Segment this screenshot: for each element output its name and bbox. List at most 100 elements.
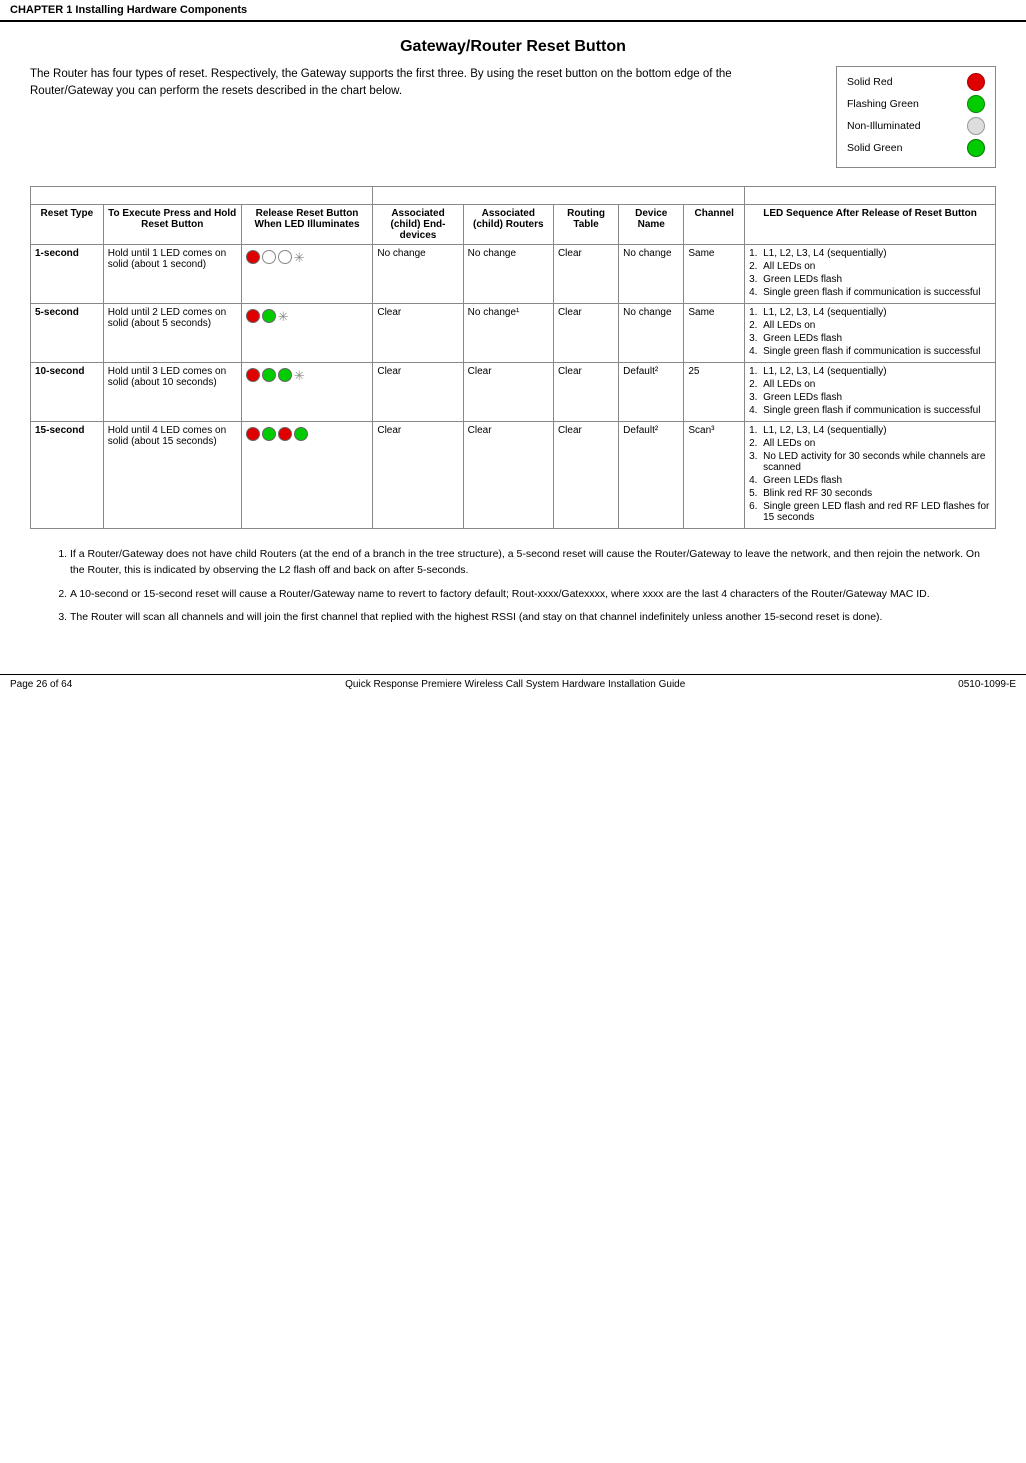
led-seq-item: 2. All LEDs on (749, 379, 991, 390)
col-release: Release Reset Button When LED Illuminate… (241, 205, 373, 245)
cell-reset-type: 10-second (31, 363, 104, 422)
led-seq-item: 2. All LEDs on (749, 438, 991, 449)
cell-assoc-child-routers: No change¹ (463, 304, 553, 363)
cell-reset-type: 5-second (31, 304, 104, 363)
led-seq-item: 5. Blink red RF 30 seconds (749, 488, 991, 499)
cell-assoc-child-end: Clear (373, 422, 463, 529)
cell-assoc-child-routers: Clear (463, 422, 553, 529)
col-assoc-routers: Associated (child) Routers (463, 205, 553, 245)
table-row: 10-secondHold until 3 LED comes on solid… (31, 363, 996, 422)
cell-led-pattern: ✳ (241, 304, 373, 363)
page-header: CHAPTER 1 Installing Hardware Components (0, 0, 1026, 22)
col-led-seq: LED Sequence After Release of Reset Butt… (745, 205, 996, 245)
cell-channel: 25 (684, 363, 745, 422)
intro-text: The Router has four types of reset. Resp… (30, 66, 816, 101)
led-seq-item: 1. L1, L2, L3, L4 (sequentially) (749, 248, 991, 259)
led-legend: Solid Red Flashing Green Non-Illuminated… (836, 66, 996, 168)
led-seq-item: 3. No LED activity for 30 seconds while … (749, 451, 991, 473)
footer-doc-number: 0510-1099-E (958, 679, 1016, 690)
led-seq-item: 2. All LEDs on (749, 320, 991, 331)
col-assoc-end: Associated (child) End-devices (373, 205, 463, 245)
cell-device-name: No change (619, 304, 684, 363)
footer-center: Quick Response Premiere Wireless Call Sy… (345, 679, 685, 690)
cell-channel: Same (684, 304, 745, 363)
led-seq-item: 4. Green LEDs flash (749, 475, 991, 486)
cell-led-seq: 1. L1, L2, L3, L4 (sequentially) 2. All L… (745, 245, 996, 304)
star-icon: ✳ (278, 310, 289, 323)
cell-execute: Hold until 2 LED comes on solid (about 5… (103, 304, 241, 363)
legend-solid-green: Solid Green (847, 139, 985, 157)
section-title: Gateway/Router Reset Button (30, 38, 996, 56)
cell-routing-table: Clear (553, 245, 618, 304)
cell-led-pattern: ✳ (241, 245, 373, 304)
legend-solid-green-dot (967, 139, 985, 157)
action-header: Action Upon Release of Reset Button (373, 187, 745, 205)
cell-assoc-child-routers: No change (463, 245, 553, 304)
cell-led-seq: 1. L1, L2, L3, L4 (sequentially)2. All L… (745, 363, 996, 422)
cell-reset-type: 15-second (31, 422, 104, 529)
cell-device-name: Default² (619, 363, 684, 422)
red-led-icon (246, 368, 260, 382)
green-led-icon (262, 368, 276, 382)
star-icon: ✳ (294, 251, 305, 264)
led-seq-item: 3. Green LEDs flash (749, 333, 991, 344)
cell-routing-table: Clear (553, 363, 618, 422)
empty-led-icon (262, 250, 276, 264)
col-routing: Routing Table (553, 205, 618, 245)
cell-execute: Hold until 1 LED comes on solid (about 1… (103, 245, 241, 304)
cell-execute: Hold until 4 LED comes on solid (about 1… (103, 422, 241, 529)
cell-channel: Scan³ (684, 422, 745, 529)
col-execute: To Execute Press and Hold Reset Button (103, 205, 241, 245)
led-seq-item: 4. Single green flash if communication i… (749, 287, 991, 298)
intro-area: The Router has four types of reset. Resp… (30, 66, 996, 168)
red-led-icon (246, 250, 260, 264)
green-led-icon (262, 309, 276, 323)
cell-channel: Same (684, 245, 745, 304)
green-led-icon (294, 427, 308, 441)
legend-non-illuminated-label: Non-Illuminated (847, 120, 961, 132)
legend-solid-red: Solid Red (847, 73, 985, 91)
cell-execute: Hold until 3 LED comes on solid (about 1… (103, 363, 241, 422)
led-seq-item: 3. Green LEDs flash (749, 274, 991, 285)
footnote-item: The Router will scan all channels and wi… (70, 610, 996, 626)
footer-page: Page 26 of 64 (10, 679, 72, 690)
led-seq-item: 1. L1, L2, L3, L4 (sequentially) (749, 307, 991, 318)
green-led-icon (262, 427, 276, 441)
col-channel: Channel (684, 205, 745, 245)
led-seq-item: 3. Green LEDs flash (749, 392, 991, 403)
table-row: 1-secondHold until 1 LED comes on solid … (31, 245, 996, 304)
page-content: Gateway/Router Reset Button The Router h… (0, 22, 1026, 664)
col-device-name: Device Name (619, 205, 684, 245)
cell-assoc-child-end: Clear (373, 304, 463, 363)
cell-assoc-child-end: No change (373, 245, 463, 304)
cell-led-seq: 1. L1, L2, L3, L4 (sequentially) 2. All L… (745, 422, 996, 529)
col-reset-type: Reset Type (31, 205, 104, 245)
cell-routing-table: Clear (553, 422, 618, 529)
reset-table: Action Upon Release of Reset Button Rese… (30, 186, 996, 529)
table-row: 15-secondHold until 4 LED comes on solid… (31, 422, 996, 529)
red-led-icon (278, 427, 292, 441)
led-seq-item: 6. Single green LED flash and red RF LED… (749, 501, 991, 523)
footnote-item: A 10-second or 15-second reset will caus… (70, 587, 996, 603)
legend-solid-red-dot (967, 73, 985, 91)
footnotes: If a Router/Gateway does not have child … (30, 547, 996, 626)
empty-led-icon (278, 250, 292, 264)
cell-assoc-child-end: Clear (373, 363, 463, 422)
green-led-icon (278, 368, 292, 382)
cell-assoc-child-routers: Clear (463, 363, 553, 422)
cell-reset-type: 1-second (31, 245, 104, 304)
legend-non-illuminated-dot (967, 117, 985, 135)
legend-flashing-green: Flashing Green (847, 95, 985, 113)
led-seq-item: 1. L1, L2, L3, L4 (sequentially) (749, 425, 991, 436)
cell-led-seq: 1. L1, L2, L3, L4 (sequentially) 2. All L… (745, 304, 996, 363)
page-footer: Page 26 of 64 Quick Response Premiere Wi… (0, 674, 1026, 694)
legend-flashing-green-dot (967, 95, 985, 113)
cell-led-pattern: ✳ (241, 363, 373, 422)
cell-device-name: No change (619, 245, 684, 304)
led-seq-item: 2. All LEDs on (749, 261, 991, 272)
legend-solid-red-label: Solid Red (847, 76, 961, 88)
star-icon: ✳ (294, 369, 305, 382)
red-led-icon (246, 427, 260, 441)
legend-non-illuminated: Non-Illuminated (847, 117, 985, 135)
legend-flashing-green-label: Flashing Green (847, 98, 961, 110)
